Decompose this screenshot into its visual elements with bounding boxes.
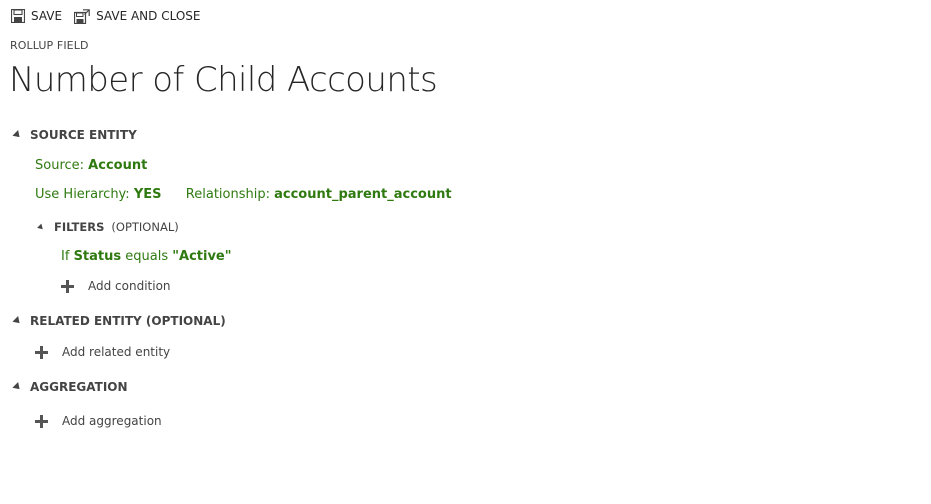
source-value[interactable]: Account (88, 158, 147, 173)
add-related-entity-button[interactable]: Add related entity (35, 345, 170, 359)
entity-type-label: ROLLUP FIELD (10, 39, 89, 52)
condition-field[interactable]: Status (74, 249, 122, 264)
section-filters-heading: FILTERS (54, 220, 105, 234)
command-bar: SAVE SAVE AND CLOSE (11, 6, 213, 26)
add-aggregation-button[interactable]: Add aggregation (35, 414, 162, 428)
section-aggregation-toggle[interactable]: AGGREGATION (12, 380, 128, 394)
condition-operator[interactable]: equals (125, 249, 168, 264)
add-related-entity-label: Add related entity (62, 345, 171, 359)
plus-icon (61, 279, 74, 293)
save-and-close-label: SAVE AND CLOSE (96, 9, 201, 23)
save-and-close-icon (74, 8, 90, 24)
hierarchy-label: Use Hierarchy: (35, 187, 130, 202)
plus-icon (35, 345, 48, 359)
source-label: Source: (35, 158, 85, 173)
hierarchy-value[interactable]: YES (134, 187, 162, 202)
collapse-triangle-icon (12, 382, 23, 392)
collapse-triangle-icon (12, 316, 23, 326)
hierarchy-line: Use Hierarchy: YES Relationship: account… (35, 187, 452, 202)
rollup-field-editor: SAVE SAVE AND CLOSE ROLLUP FIELD Number … (0, 0, 931, 504)
source-line: Source: Account (35, 158, 147, 173)
collapse-triangle-icon (12, 130, 23, 140)
page-title: Number of Child Accounts (9, 60, 438, 100)
add-aggregation-label: Add aggregation (62, 414, 162, 428)
section-filters-optional: (OPTIONAL) (111, 220, 179, 234)
add-condition-button[interactable]: Add condition (61, 279, 171, 293)
section-source-entity-heading: SOURCE ENTITY (30, 128, 137, 142)
relationship-label: Relationship: (185, 187, 270, 202)
save-label: SAVE (31, 9, 63, 23)
save-icon (11, 9, 25, 23)
section-related-entity-toggle[interactable]: RELATED ENTITY (OPTIONAL) (12, 314, 226, 328)
section-aggregation-heading: AGGREGATION (30, 380, 128, 394)
collapse-triangle-icon (37, 223, 45, 231)
condition-if: If (61, 249, 70, 264)
add-condition-label: Add condition (88, 279, 171, 293)
save-and-close-button[interactable]: SAVE AND CLOSE (74, 8, 201, 24)
plus-icon (35, 414, 48, 428)
condition-value[interactable]: "Active" (172, 249, 231, 264)
section-source-entity-toggle[interactable]: SOURCE ENTITY (12, 128, 137, 142)
save-button[interactable]: SAVE (11, 9, 62, 23)
section-related-entity-heading: RELATED ENTITY (OPTIONAL) (30, 314, 226, 328)
section-filters-toggle[interactable]: FILTERS (OPTIONAL) (37, 220, 179, 234)
relationship-value[interactable]: account_parent_account (274, 187, 451, 202)
filter-condition[interactable]: If Status equals "Active" (61, 249, 232, 264)
